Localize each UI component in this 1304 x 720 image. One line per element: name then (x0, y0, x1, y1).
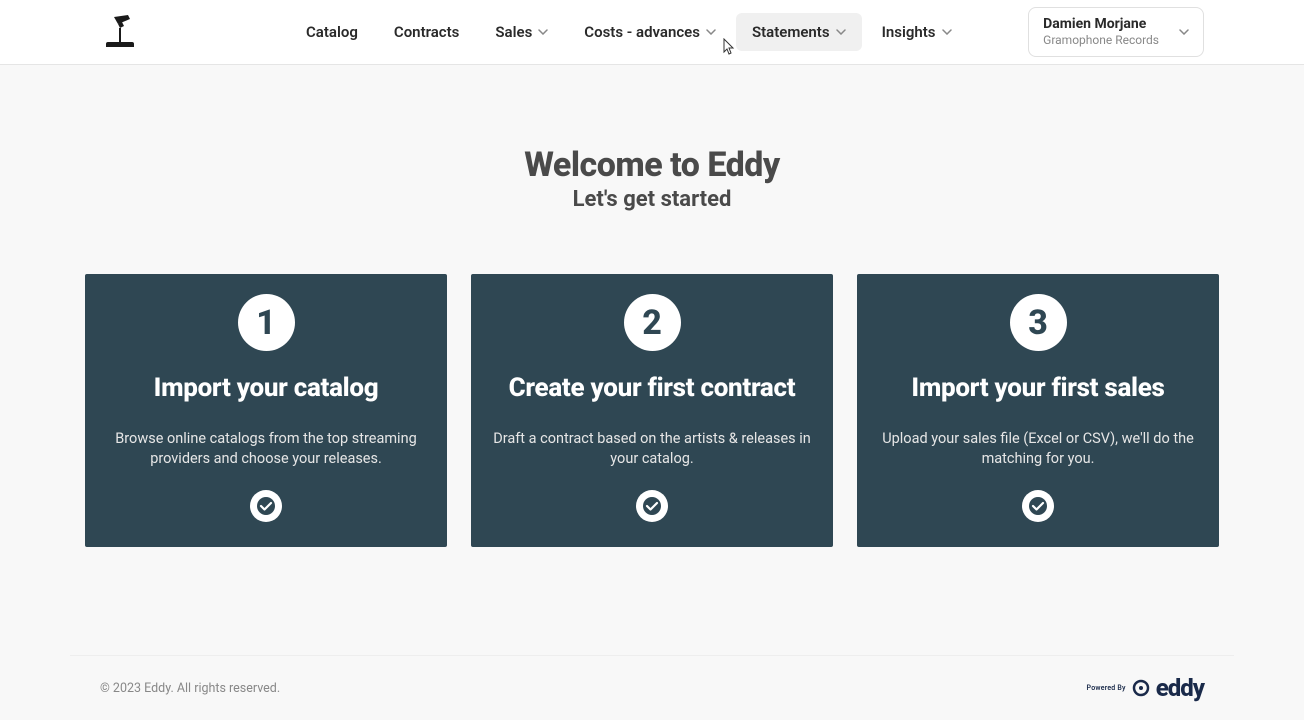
nav-costs-advances[interactable]: Costs - advances (568, 13, 732, 51)
onboarding-cards: 1 Import your catalog Browse online cata… (85, 274, 1219, 547)
chevron-down-icon (836, 27, 846, 37)
�onboarding-card-catalog[interactable]: 1 Import your catalog Browse online cata… (85, 274, 447, 547)
card-title: Import your catalog (154, 373, 379, 403)
card-description: Browse online catalogs from the top stre… (106, 429, 426, 468)
nav-label: Insights (882, 23, 936, 41)
nav-catalog[interactable]: Catalog (290, 13, 374, 51)
chevron-down-icon (942, 27, 952, 37)
nav-label: Catalog (306, 23, 358, 41)
chevron-down-icon (1179, 27, 1189, 37)
gramophone-icon (100, 12, 140, 52)
card-title: Create your first contract (509, 373, 796, 403)
card-title: Import your first sales (911, 373, 1164, 403)
check-icon (636, 490, 668, 522)
user-name: Damien Morjane (1043, 16, 1159, 33)
main-content: Welcome to Eddy Let's get started 1 Impo… (0, 65, 1304, 547)
nav-label: Sales (495, 23, 532, 41)
nav-label: Statements (752, 23, 830, 41)
nav-label: Costs - advances (584, 23, 700, 41)
user-org: Gramophone Records (1043, 33, 1159, 47)
footer-brand[interactable]: Powered By eddy (1087, 674, 1204, 702)
top-header: Catalog Contracts Sales Costs - advances… (0, 0, 1304, 65)
card-description: Draft a contract based on the artists & … (492, 429, 812, 468)
nav-statements[interactable]: Statements (736, 13, 862, 51)
main-nav: Catalog Contracts Sales Costs - advances… (290, 13, 968, 51)
onboarding-card-sales[interactable]: 3 Import your first sales Upload your sa… (857, 274, 1219, 547)
user-menu[interactable]: Damien Morjane Gramophone Records (1028, 7, 1204, 56)
eddy-wordmark: eddy (1156, 674, 1204, 702)
step-number-badge: 2 (624, 294, 681, 351)
app-logo[interactable] (100, 12, 140, 52)
eddy-logo-icon (1132, 679, 1150, 697)
nav-contracts[interactable]: Contracts (378, 13, 476, 51)
chevron-down-icon (538, 27, 548, 37)
check-icon (250, 490, 282, 522)
card-description: Upload your sales file (Excel or CSV), w… (878, 429, 1198, 468)
step-number-badge: 1 (238, 294, 295, 351)
chevron-down-icon (706, 27, 716, 37)
nav-sales[interactable]: Sales (479, 13, 564, 51)
page-title: Welcome to Eddy (85, 145, 1219, 185)
nav-insights[interactable]: Insights (866, 13, 968, 51)
user-text: Damien Morjane Gramophone Records (1043, 16, 1159, 47)
page-subtitle: Let's get started (85, 187, 1219, 212)
footer-copyright: © 2023 Eddy. All rights reserved. (100, 681, 280, 696)
powered-by-label: Powered By (1087, 684, 1126, 692)
onboarding-card-contract[interactable]: 2 Create your first contract Draft a con… (471, 274, 833, 547)
check-icon (1022, 490, 1054, 522)
footer: © 2023 Eddy. All rights reserved. Powere… (70, 655, 1234, 720)
nav-label: Contracts (394, 23, 460, 41)
step-number-badge: 3 (1010, 294, 1067, 351)
